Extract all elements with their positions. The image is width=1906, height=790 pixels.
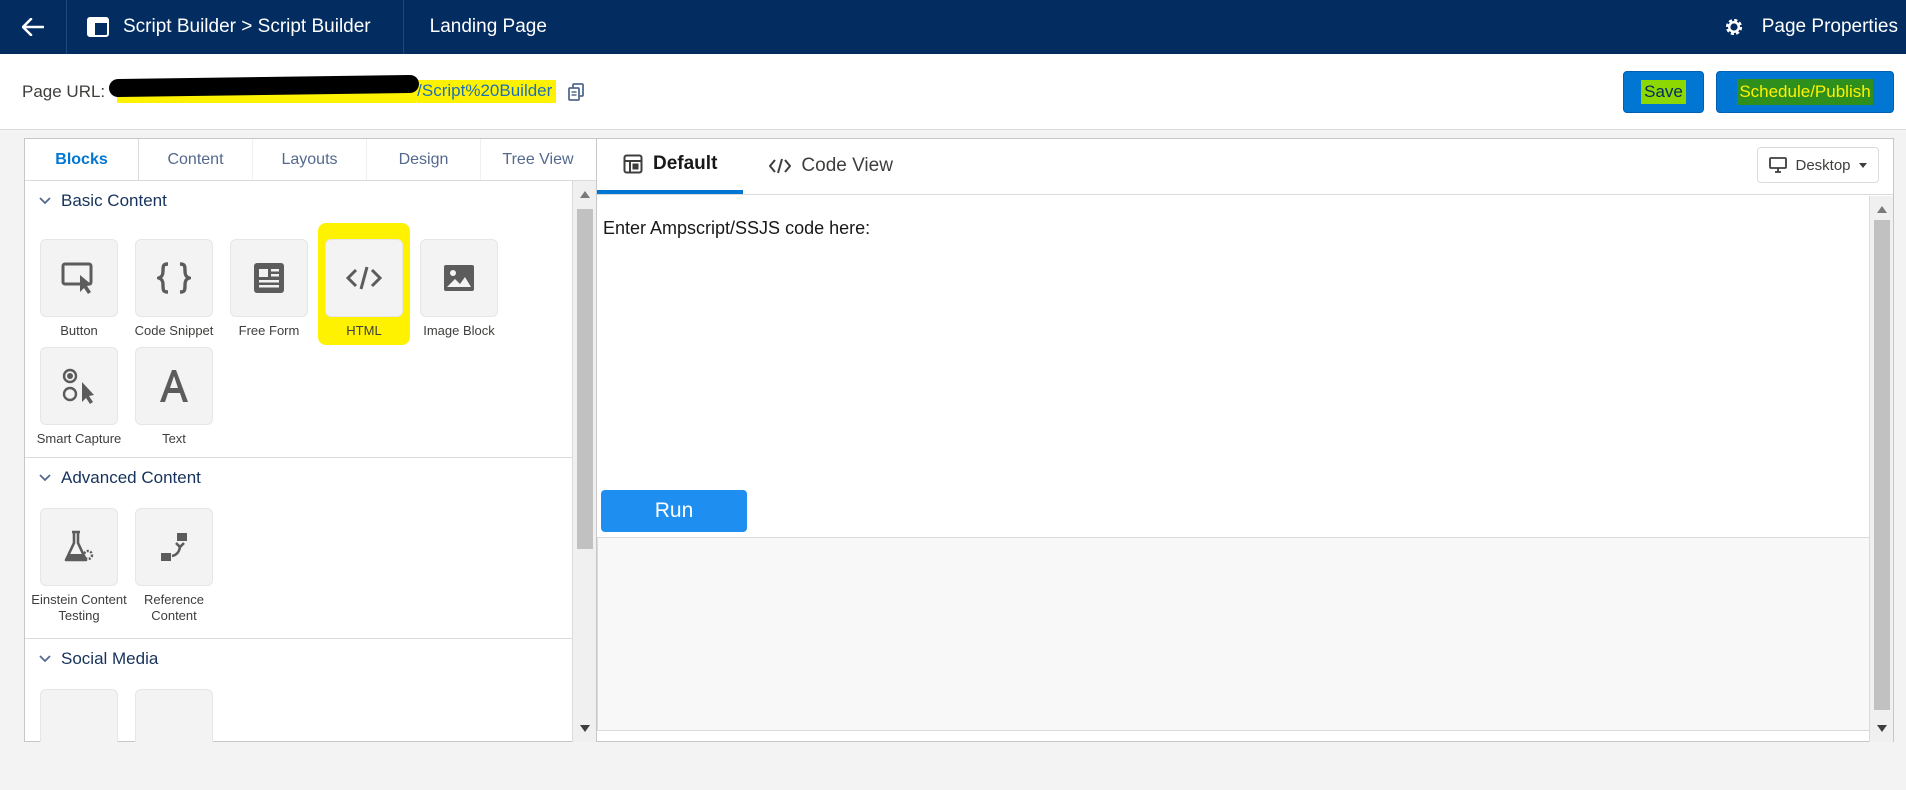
page-url-label: Page URL:	[22, 81, 106, 101]
block-label: Button	[60, 323, 98, 338]
tab-content[interactable]: Content	[139, 139, 253, 180]
device-selector[interactable]: Desktop	[1757, 147, 1879, 183]
code-prompt-text: Enter Ampscript/SSJS code here:	[603, 218, 871, 238]
redacted-url-segment	[117, 80, 418, 103]
content-panel: Blocks Content Layouts Design Tree View …	[24, 138, 597, 742]
schedule-publish-button[interactable]: Schedule/Publish	[1716, 70, 1894, 113]
device-label: Desktop	[1795, 156, 1851, 174]
section-basic-content[interactable]: Basic Content	[25, 181, 573, 221]
copy-icon[interactable]	[568, 82, 585, 101]
desktop-icon	[1769, 157, 1788, 173]
code-icon	[769, 158, 792, 174]
tab-code-view-label: Code View	[801, 155, 893, 176]
save-button[interactable]: Save	[1623, 70, 1704, 113]
editor-tabs: Default Code View Desktop	[597, 139, 1893, 195]
tab-tree-view[interactable]: Tree View	[481, 139, 595, 180]
breadcrumb-label: Script Builder > Script Builder	[123, 16, 371, 37]
curly-braces-icon	[157, 262, 191, 294]
layout-icon	[87, 17, 109, 37]
tab-default[interactable]: Default	[597, 138, 744, 194]
scroll-down-icon[interactable]	[1877, 725, 1887, 732]
code-tag-icon	[346, 266, 382, 290]
chevron-down-icon	[39, 474, 51, 482]
button-click-icon	[61, 262, 93, 294]
block-text[interactable]: Text	[135, 347, 213, 447]
scrollbar-thumb[interactable]	[1874, 220, 1890, 710]
editor-area: Default Code View Desktop Enter Ampscrip…	[597, 138, 1894, 742]
page-url-text: /Script%20Builder	[417, 80, 557, 103]
article-icon	[254, 263, 284, 293]
section-social-media[interactable]: Social Media	[25, 639, 573, 679]
block-label: HTML	[346, 323, 382, 338]
block-image[interactable]: Image Block	[420, 239, 498, 339]
block-html[interactable]: HTML	[318, 223, 410, 345]
url-bar: Page URL: /Script%20Builder Save Schedul…	[0, 54, 1906, 130]
gear-icon	[1725, 18, 1742, 36]
tab-design[interactable]: Design	[367, 139, 481, 180]
block-label: Einstein Content Testing	[31, 592, 127, 623]
scroll-down-icon[interactable]	[580, 725, 590, 732]
caret-down-icon	[1858, 162, 1867, 168]
block-label: Reference Content	[144, 592, 204, 623]
scroll-up-icon[interactable]	[1877, 206, 1887, 213]
page-canvas[interactable]: Enter Ampscript/SSJS code here: Run	[597, 196, 1870, 742]
scroll-up-icon[interactable]	[580, 191, 590, 198]
layout-icon	[623, 154, 643, 174]
flask-icon	[64, 530, 94, 562]
block-free-form[interactable]: Free Form	[230, 239, 308, 339]
top-nav: Script Builder > Script Builder Landing …	[0, 0, 1906, 54]
image-icon	[444, 265, 474, 291]
text-icon	[160, 370, 188, 402]
blocks-list: Basic Content Button Code Snippet Free F…	[25, 181, 573, 742]
tab-default-label: Default	[653, 153, 718, 174]
save-button-label: Save	[1641, 79, 1686, 104]
block-reference-content[interactable]: Reference Content	[135, 508, 213, 624]
page-url[interactable]: /Script%20Builder	[111, 79, 557, 105]
output-area[interactable]	[597, 537, 1870, 731]
section-social-title: Social Media	[61, 649, 159, 668]
block-button[interactable]: Button	[40, 239, 118, 339]
section-basic-title: Basic Content	[61, 191, 167, 210]
smart-capture-icon	[62, 368, 94, 404]
page-name: Landing Page	[429, 16, 547, 37]
block-einstein-content-testing[interactable]: Einstein Content Testing	[31, 508, 127, 624]
editor-scrollbar[interactable]	[1869, 196, 1893, 742]
page-properties-button[interactable]: Page Properties	[1724, 16, 1906, 38]
block-label: Image Block	[423, 323, 495, 338]
chevron-down-icon	[39, 197, 51, 205]
block-label: Code Snippet	[134, 323, 214, 338]
tab-blocks[interactable]: Blocks	[25, 139, 139, 180]
breadcrumb[interactable]: Script Builder > Script Builder	[66, 0, 404, 54]
block-code-snippet[interactable]: Code Snippet	[135, 239, 213, 339]
panel-scrollbar[interactable]	[572, 181, 596, 742]
schedule-publish-label: Schedule/Publish	[1737, 78, 1873, 105]
page-properties-label: Page Properties	[1761, 16, 1898, 37]
panel-tabs: Blocks Content Layouts Design Tree View	[25, 139, 596, 181]
block-label: Smart Capture	[36, 431, 122, 446]
block-social-1[interactable]	[40, 689, 118, 742]
block-social-2[interactable]	[135, 689, 213, 742]
section-advanced-title: Advanced Content	[61, 468, 201, 487]
arrow-left-icon	[22, 18, 44, 36]
back-button[interactable]	[0, 0, 66, 54]
chevron-down-icon	[39, 655, 51, 663]
tab-layouts[interactable]: Layouts	[253, 139, 367, 180]
block-label: Text	[162, 431, 186, 446]
reference-icon	[161, 533, 187, 561]
run-button[interactable]: Run	[601, 490, 747, 532]
scrollbar-thumb[interactable]	[577, 209, 593, 549]
block-smart-capture[interactable]: Smart Capture	[37, 347, 121, 447]
block-label: Free Form	[238, 323, 300, 338]
tab-code-view[interactable]: Code View	[743, 138, 919, 194]
section-advanced-content[interactable]: Advanced Content	[25, 458, 573, 498]
